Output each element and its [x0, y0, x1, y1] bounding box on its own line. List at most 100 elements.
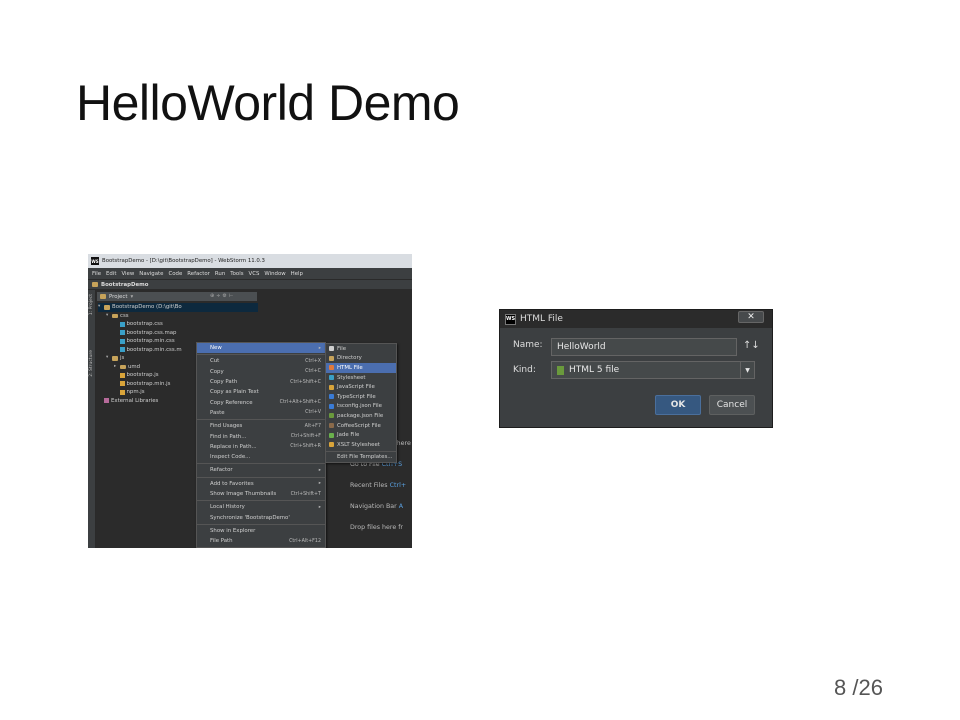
side-tab-structure[interactable]: 2: Structure — [89, 350, 94, 377]
hide-icon[interactable]: ⊢ — [229, 293, 235, 299]
context-menu-label: Paste — [210, 409, 225, 416]
editor-hint: Go to File Ctrl+S — [350, 461, 411, 482]
context-menu-item[interactable]: Cut Ctrl+X — [197, 356, 325, 366]
file-type-icon — [329, 403, 334, 409]
new-submenu-item[interactable]: Directory — [326, 354, 396, 364]
ide-navbar: BootstrapDemo — [88, 279, 412, 289]
expand-arrow-icon[interactable]: ▾ — [98, 303, 102, 312]
tree-item-label: css — [120, 312, 129, 319]
js-file-icon — [120, 372, 125, 378]
new-submenu-item[interactable]: HTML File — [326, 363, 396, 373]
new-submenu-label: XSLT Stylesheet — [337, 441, 380, 448]
tree-item-label: bootstrap.css.map — [126, 329, 177, 336]
ide-window-title: BootstrapDemo - [D:\git\BootstrapDemo] -… — [102, 258, 265, 264]
css-file-icon — [120, 330, 125, 336]
breadcrumb[interactable]: BootstrapDemo — [101, 282, 148, 288]
context-menu-item[interactable]: Copy Path Ctrl+Shift+C — [197, 377, 325, 387]
menu-item-vcs[interactable]: VCS — [249, 271, 260, 277]
new-submenu-item[interactable]: XSLT Stylesheet — [326, 440, 396, 450]
context-menu-item[interactable]: Synchronize 'BootstrapDemo' — [197, 512, 325, 522]
tree-item[interactable]: ▾ BootstrapDemo (D:\git\Bo — [98, 303, 258, 312]
new-submenu-item[interactable]: File — [326, 344, 396, 354]
tool-window-strip: 1: Project 2: Structure — [88, 290, 96, 548]
menu-item-file[interactable]: File — [92, 271, 101, 277]
context-menu-item[interactable]: Local History ▸ — [197, 502, 325, 512]
context-menu-item[interactable]: Copy Ctrl+C — [197, 367, 325, 377]
chevron-down-icon[interactable]: ▾ — [130, 294, 133, 300]
css-file-icon — [120, 347, 125, 353]
context-menu-item[interactable]: Find in Path... Ctrl+Shift+F — [197, 431, 325, 441]
new-submenu-item[interactable]: Jade File — [326, 430, 396, 440]
context-menu-item[interactable]: Find Usages Alt+F7 — [197, 421, 325, 431]
shortcut: Ctrl+C — [305, 369, 321, 375]
new-submenu-item[interactable]: tsconfig.json File — [326, 402, 396, 412]
context-menu-item[interactable]: New ▸ — [197, 343, 325, 354]
ok-button[interactable]: OK — [655, 395, 701, 415]
menu-separator — [197, 354, 325, 356]
menu-item-view[interactable]: View — [121, 271, 134, 277]
close-button[interactable]: ✕ — [738, 311, 764, 323]
menu-item-help[interactable]: Help — [291, 271, 303, 277]
folder-icon — [112, 313, 118, 318]
context-menu-item[interactable]: Inspect Code... — [197, 452, 325, 462]
context-menu-item[interactable]: Copy Reference Ctrl+Alt+Shift+C — [197, 397, 325, 407]
js-file-icon — [120, 381, 125, 387]
context-menu-item[interactable]: File Path Ctrl+Alt+F12 — [197, 536, 325, 546]
js-file-icon — [120, 389, 125, 395]
context-menu-label: Cut — [210, 358, 220, 365]
ide-titlebar: WS BootstrapDemo - [D:\git\BootstrapDemo… — [88, 254, 412, 268]
submenu-arrow-icon: ▸ — [318, 467, 321, 473]
expand-arrow-icon[interactable]: ▾ — [106, 354, 110, 363]
file-type-icon — [329, 355, 334, 361]
name-input[interactable]: HelloWorld — [551, 338, 737, 356]
tree-item[interactable]: bootstrap.css.map — [98, 329, 258, 338]
tree-item-label: js — [120, 355, 125, 361]
shortcut: Ctrl+V — [305, 410, 321, 416]
folder-icon — [92, 282, 98, 287]
project-icon — [100, 294, 106, 299]
chevron-down-icon[interactable]: ▼ — [740, 362, 754, 378]
menu-item-run[interactable]: Run — [215, 271, 225, 277]
project-tab[interactable]: Project — [109, 294, 127, 300]
context-menu-item[interactable]: Replace in Path... Ctrl+Shift+R — [197, 442, 325, 452]
context-menu-item[interactable]: Add to Favorites ▸ — [197, 479, 325, 489]
shortcut: Ctrl+Shift+F — [290, 434, 321, 440]
context-menu-item[interactable]: Copy as Plain Text — [197, 387, 325, 397]
sort-icon[interactable]: ↑↓ — [743, 340, 760, 351]
new-submenu-label: Stylesheet — [337, 374, 366, 381]
context-menu-label: Replace in Path... — [210, 443, 257, 450]
tree-item-label: bootstrap.js — [126, 372, 159, 378]
editor-hint-key: A — [398, 503, 404, 510]
menu-item-navigate[interactable]: Navigate — [139, 271, 163, 277]
context-menu: New ▸ Cut Ctrl+X Copy Ctrl+C Copy Path Ctrl+Shi… — [196, 342, 326, 548]
menu-item-edit[interactable]: Edit — [106, 271, 116, 277]
expand-arrow-icon[interactable]: ▸ — [114, 363, 118, 372]
context-menu-item[interactable]: Show Image Thumbnails Ctrl+Shift+T — [197, 489, 325, 499]
file-type-icon — [329, 384, 334, 390]
side-tab-project[interactable]: 1: Project — [89, 294, 94, 315]
tree-item-label: umd — [128, 363, 141, 370]
context-menu-label: Copy as Plain Text — [210, 389, 259, 396]
menu-item-tools[interactable]: Tools — [230, 271, 243, 277]
menu-item-window[interactable]: Window — [264, 271, 285, 277]
new-submenu-item[interactable]: TypeScript File — [326, 392, 396, 402]
tree-item[interactable]: bootstrap.css — [98, 320, 258, 329]
context-menu-item[interactable]: Refactor ▸ — [197, 465, 325, 475]
folder-icon — [112, 356, 118, 361]
cancel-button[interactable]: Cancel — [709, 395, 755, 415]
new-submenu-item[interactable]: Stylesheet — [326, 373, 396, 383]
shortcut: Ctrl+Alt+Shift+C — [279, 400, 321, 406]
new-submenu-item[interactable]: package.json File — [326, 411, 396, 421]
file-type-icon — [329, 375, 334, 381]
context-menu-item[interactable]: Show in Explorer — [197, 526, 325, 536]
kind-select[interactable]: HTML 5 file ▼ — [551, 361, 755, 379]
menu-item-refactor[interactable]: Refactor — [187, 271, 210, 277]
new-submenu-item[interactable]: Edit File Templates... — [326, 453, 396, 463]
new-submenu-item[interactable]: CoffeeScript File — [326, 421, 396, 431]
tree-item[interactable]: ▾ css — [98, 312, 258, 321]
expand-arrow-icon[interactable]: ▾ — [106, 312, 110, 321]
css-file-icon — [120, 321, 125, 327]
new-submenu-item[interactable]: JavaScript File — [326, 382, 396, 392]
context-menu-item[interactable]: Paste Ctrl+V — [197, 408, 325, 418]
menu-item-code[interactable]: Code — [168, 271, 182, 277]
